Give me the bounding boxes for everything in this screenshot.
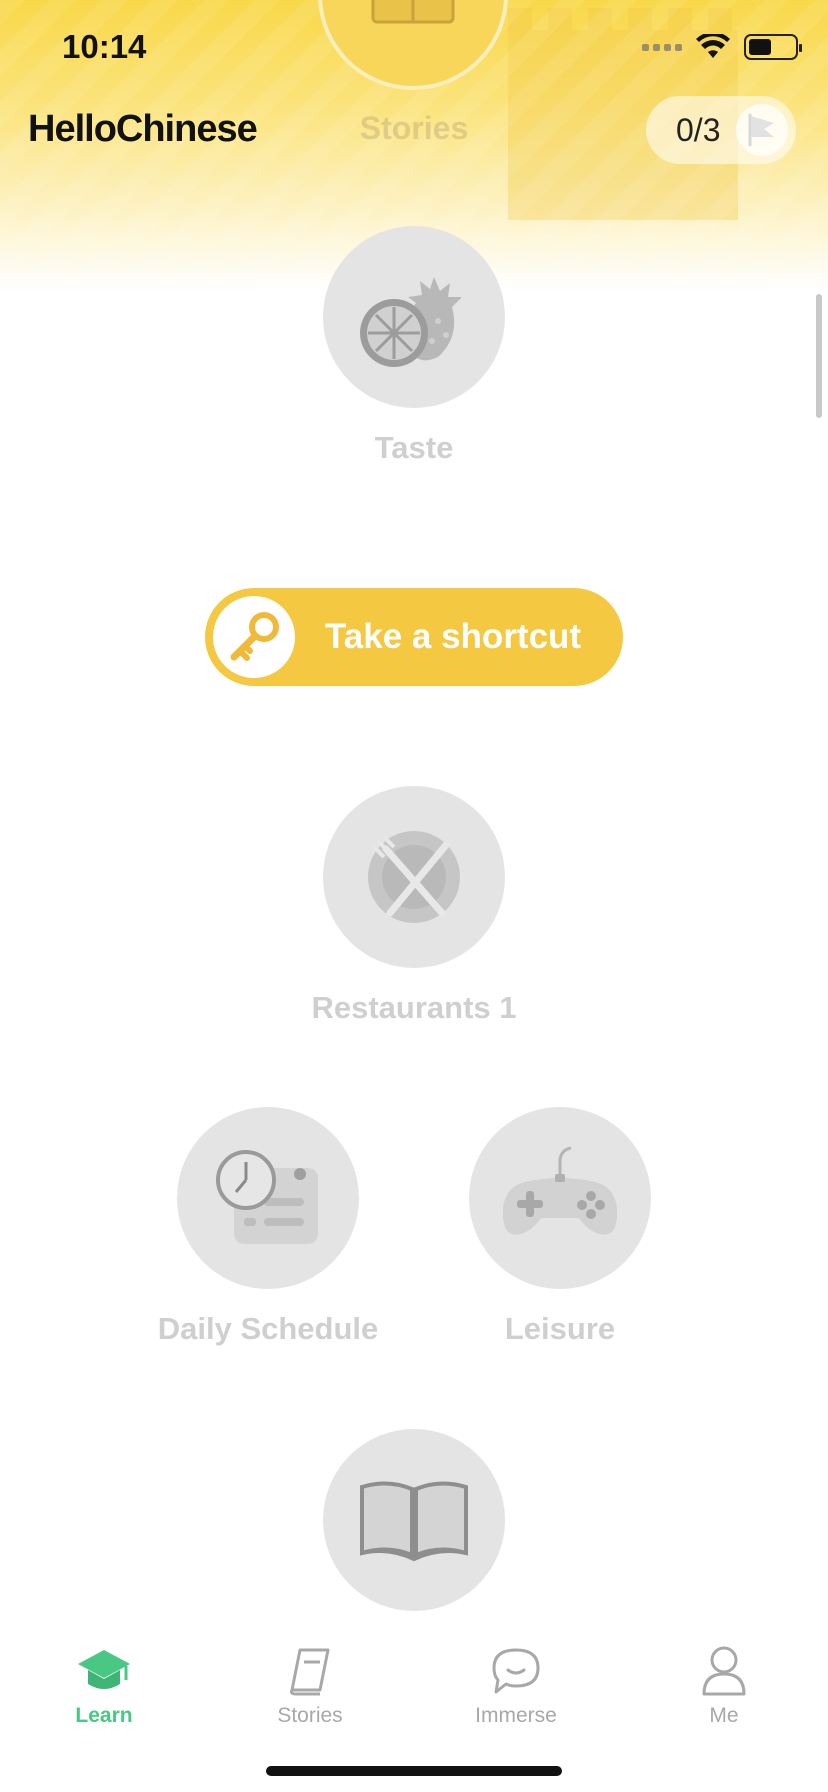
tab-immerse-label: Immerse [475, 1704, 557, 1727]
lesson-label-leisure: Leisure [504, 1311, 616, 1346]
lesson-circle[interactable] [323, 226, 505, 408]
battery-icon [744, 34, 802, 60]
flag-icon [748, 113, 774, 147]
tab-me-label: Me [709, 1704, 739, 1727]
lesson-node-daily-schedule[interactable]: Daily Schedule [158, 1107, 378, 1347]
bottom-navigation: Learn Stories Immerse Me [0, 1612, 828, 1792]
lesson-label-taste: Taste [374, 430, 454, 465]
progress-pill[interactable]: 0/3 [646, 96, 796, 164]
plate-cutlery-icon [368, 831, 460, 923]
lesson-label-restaurants: Restaurants 1 [311, 990, 517, 1025]
progress-count: 0/3 [676, 111, 721, 148]
status-bar: 10:14 [0, 0, 828, 100]
take-shortcut-button[interactable]: Take a shortcut [205, 588, 623, 686]
flag-button[interactable] [736, 104, 788, 156]
key-icon-wrapper [213, 596, 295, 678]
tab-learn[interactable]: Learn [34, 1636, 174, 1728]
tab-stories[interactable]: Stories [240, 1636, 380, 1728]
key-icon [230, 612, 279, 661]
tab-immerse[interactable]: Immerse [446, 1636, 586, 1728]
wifi-icon [696, 34, 730, 58]
lesson-node-taste[interactable]: Taste [323, 226, 505, 466]
lesson-node-restaurants[interactable]: Restaurants 1 [311, 786, 517, 1026]
status-time: 10:14 [62, 28, 147, 65]
vertical-scrollbar[interactable] [816, 294, 822, 418]
lesson-circle[interactable] [469, 1107, 651, 1289]
tab-learn-label: Learn [75, 1704, 133, 1727]
graduation-cap-icon [78, 1650, 130, 1689]
gamepad-icon [502, 1146, 618, 1235]
lesson-circle[interactable] [323, 786, 505, 968]
open-book-icon [360, 1481, 468, 1562]
lesson-circle[interactable] [323, 1429, 505, 1611]
tab-me[interactable]: Me [654, 1636, 794, 1728]
chat-bubble-icon [492, 1648, 540, 1694]
tab-stories-label: Stories [277, 1704, 343, 1727]
home-indicator[interactable] [266, 1766, 562, 1776]
person-icon [702, 1646, 746, 1696]
lesson-circle[interactable] [177, 1107, 359, 1289]
lesson-node-leisure[interactable]: Leisure [469, 1107, 651, 1347]
cellular-signal-icon [642, 43, 682, 51]
shortcut-label: Take a shortcut [325, 617, 582, 656]
lesson-node-story[interactable] [323, 1429, 505, 1611]
fruit-icon [360, 277, 462, 367]
lesson-label-daily-schedule: Daily Schedule [157, 1311, 379, 1346]
clock-calendar-icon [216, 1150, 318, 1244]
book-icon [290, 1648, 330, 1696]
